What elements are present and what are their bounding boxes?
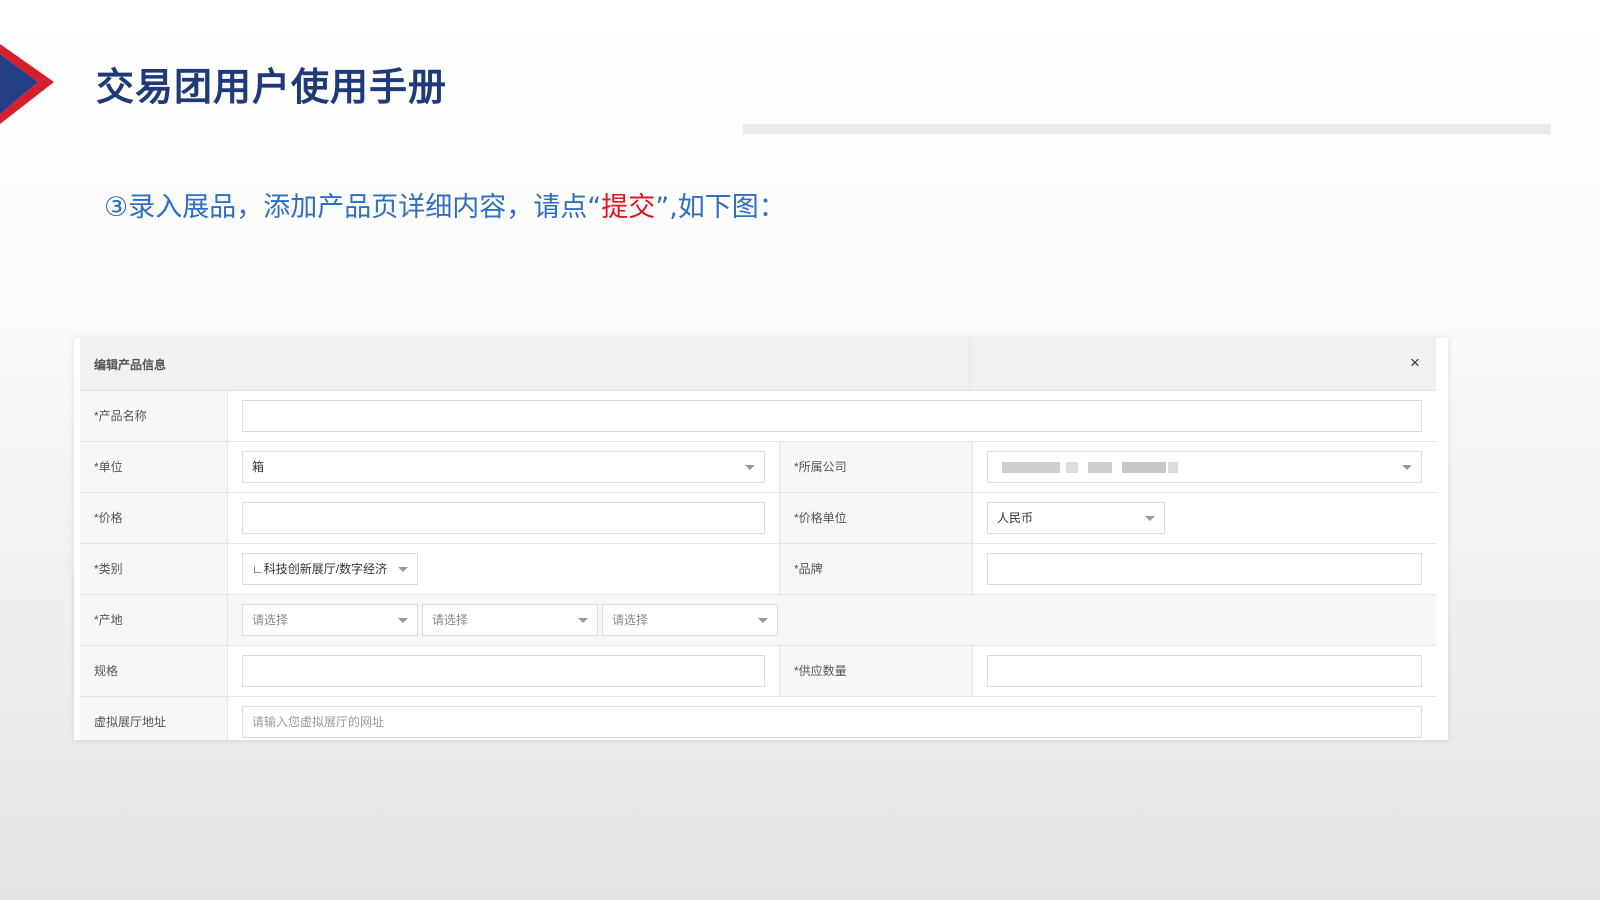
redacted-text <box>1088 462 1112 473</box>
origin-label: *产地 <box>80 595 228 645</box>
redacted-text <box>1168 462 1178 473</box>
origin-province-select[interactable]: 请选择 <box>242 604 418 636</box>
row-spec-supply: 规格 *供应数量 <box>80 646 1436 697</box>
price-label: *价格 <box>80 493 228 543</box>
edit-product-dialog: 编辑产品信息 × *产品名称 *单位 箱 *所属公司 *价格 *价格单位 人民币… <box>74 338 1448 740</box>
chevron-down-icon <box>1145 516 1155 521</box>
unit-selected-value: 箱 <box>252 460 265 474</box>
chevron-down-icon <box>578 618 588 623</box>
origin-city-value: 请选择 <box>432 613 469 627</box>
chevron-down-icon <box>758 618 768 623</box>
instruction-suffix: ”,如下图： <box>655 192 786 223</box>
spec-label: 规格 <box>80 646 228 696</box>
chevron-arrow-icon <box>0 44 54 124</box>
price-unit-label: *价格单位 <box>779 493 973 543</box>
virtual-hall-url-input[interactable] <box>242 706 1422 738</box>
header-divider <box>743 124 1551 134</box>
supply-qty-input[interactable] <box>987 655 1422 687</box>
instruction-text: ③录入展品，添加产品页详细内容，请点“提交”,如下图： <box>104 185 786 224</box>
category-select[interactable]: ∟科技创新展厅/数字经济 <box>242 553 418 585</box>
supply-qty-label: *供应数量 <box>779 646 973 696</box>
price-input[interactable] <box>242 502 765 534</box>
dialog-header: 编辑产品信息 × <box>80 338 1436 391</box>
origin-province-value: 请选择 <box>252 613 289 627</box>
origin-district-value: 请选择 <box>612 613 649 627</box>
virtual-hall-label: 虚拟展厅地址 <box>80 697 228 740</box>
spec-input[interactable] <box>242 655 765 687</box>
redacted-text <box>1122 462 1166 473</box>
price-unit-select[interactable]: 人民币 <box>987 502 1165 534</box>
chevron-down-icon <box>745 465 755 470</box>
row-category-brand: *类别 ∟科技创新展厅/数字经济 *品牌 <box>80 544 1436 595</box>
chevron-down-icon <box>1402 465 1412 470</box>
unit-select[interactable]: 箱 <box>242 451 765 483</box>
redacted-text <box>1002 462 1060 473</box>
category-selected-value: ∟科技创新展厅/数字经济 <box>252 562 388 576</box>
row-origin: *产地 请选择 请选择 请选择 <box>80 595 1436 646</box>
dialog-title: 编辑产品信息 <box>94 358 167 372</box>
chevron-down-icon <box>398 618 408 623</box>
row-virtual-hall: 虚拟展厅地址 <box>80 697 1436 740</box>
origin-city-select[interactable]: 请选择 <box>422 604 598 636</box>
category-label: *类别 <box>80 544 228 594</box>
brand-label: *品牌 <box>779 544 973 594</box>
row-unit-company: *单位 箱 *所属公司 <box>80 442 1436 493</box>
slide-title: 交易团用户使用手册 <box>96 65 448 109</box>
chevron-down-icon <box>398 567 408 572</box>
company-label: *所属公司 <box>779 442 973 492</box>
close-icon[interactable]: × <box>1404 352 1426 374</box>
instruction-highlight: 提交 <box>601 192 656 223</box>
company-select[interactable] <box>987 451 1422 483</box>
product-name-label: *产品名称 <box>80 391 228 441</box>
brand-input[interactable] <box>987 553 1422 585</box>
redacted-text <box>1066 462 1078 473</box>
header-divider-line <box>969 338 970 390</box>
price-unit-selected-value: 人民币 <box>997 511 1034 525</box>
instruction-prefix: ③录入展品，添加产品页详细内容，请点“ <box>104 192 602 223</box>
origin-district-select[interactable]: 请选择 <box>602 604 778 636</box>
unit-label: *单位 <box>80 442 228 492</box>
row-product-name: *产品名称 <box>80 391 1436 442</box>
product-name-input[interactable] <box>242 400 1422 432</box>
row-price: *价格 *价格单位 人民币 <box>80 493 1436 544</box>
